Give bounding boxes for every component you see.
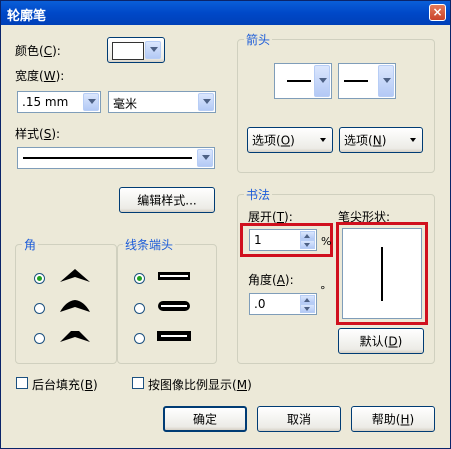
edit-style-button[interactable]: 编辑样式... (119, 187, 215, 213)
dropdown-arrow-icon (320, 138, 326, 142)
stretch-input[interactable]: 1 (249, 229, 317, 251)
arrows-group-label: 箭头 (244, 31, 273, 48)
close-button[interactable]: × (429, 4, 446, 21)
behind-fill-checkbox[interactable] (16, 377, 28, 389)
width-label: 宽度(W): (15, 69, 65, 83)
spin-up-icon[interactable] (300, 231, 315, 240)
cap-square-radio[interactable] (134, 333, 145, 344)
style-label: 样式(S): (15, 127, 61, 141)
behind-fill-label[interactable]: 后台填充(B) (32, 376, 98, 393)
chevron-down-icon (314, 65, 330, 97)
corner-miter-radio[interactable] (34, 273, 45, 284)
outline-pen-dialog: 轮廓笔 × 颜色(C): 宽度(W): .15 mm 毫米 样式(S): 编辑样… (0, 0, 451, 449)
solid-line-preview-icon (23, 157, 192, 159)
spin-down-icon[interactable] (300, 304, 315, 313)
dropdown-arrow-icon (410, 138, 416, 142)
ok-button[interactable]: 确定 (163, 406, 247, 432)
start-arrow-options-button[interactable]: 选项(O) (247, 127, 333, 153)
close-icon: × (432, 5, 443, 19)
scale-with-image-checkbox[interactable] (132, 377, 144, 389)
corners-group-label: 角 (22, 236, 39, 253)
cap-round-radio[interactable] (134, 303, 145, 314)
chevron-down-icon (197, 149, 213, 167)
bevel-corner-icon (60, 331, 90, 342)
spin-up-icon[interactable] (300, 295, 315, 304)
end-arrow-select[interactable] (338, 63, 396, 99)
line-caps-group-label: 线条端头 (123, 236, 176, 253)
default-nib-button[interactable]: 默认(D) (338, 328, 424, 354)
chevron-down-icon (145, 41, 161, 59)
nib-shape-icon (381, 247, 383, 301)
line-style-select[interactable] (17, 147, 215, 169)
butt-cap-icon (158, 272, 190, 280)
color-swatch (112, 42, 144, 60)
square-cap-icon (157, 331, 191, 341)
width-select[interactable]: .15 mm (17, 91, 101, 113)
scale-with-image-label[interactable]: 按图像比例显示(M) (148, 376, 252, 393)
nib-shape-preview[interactable] (342, 228, 422, 319)
help-button[interactable]: 帮助(H) (351, 406, 435, 432)
chevron-down-icon (83, 93, 99, 111)
stretch-spinner[interactable] (300, 231, 315, 249)
unit-select[interactable]: 毫米 (108, 91, 216, 113)
start-arrow-select[interactable] (274, 63, 332, 99)
end-arrow-options-button[interactable]: 选项(N) (339, 127, 423, 153)
stretch-unit: % (321, 235, 332, 248)
line-preview-icon (287, 80, 311, 82)
cap-butt-radio[interactable] (134, 273, 145, 284)
dialog-title: 轮廓笔 (7, 9, 47, 24)
cancel-button[interactable]: 取消 (257, 406, 341, 432)
line-preview-icon (344, 80, 368, 82)
chevron-down-icon (378, 65, 394, 97)
round-corner-icon (60, 300, 90, 312)
angle-input[interactable]: .0 (249, 293, 317, 315)
title-bar: 轮廓笔 × (1, 1, 450, 25)
angle-spinner[interactable] (300, 295, 315, 313)
miter-corner-icon (60, 269, 90, 282)
color-label: 颜色(C): (15, 44, 61, 58)
corner-round-radio[interactable] (34, 303, 45, 314)
round-cap-icon (158, 301, 190, 311)
color-picker-button[interactable] (107, 37, 165, 63)
angle-unit: ° (320, 284, 326, 297)
corner-bevel-radio[interactable] (34, 333, 45, 344)
spin-down-icon[interactable] (300, 240, 315, 249)
calligraphy-group-label: 书法 (244, 186, 273, 203)
chevron-down-icon (198, 93, 214, 111)
angle-label: 角度(A): (248, 273, 294, 287)
